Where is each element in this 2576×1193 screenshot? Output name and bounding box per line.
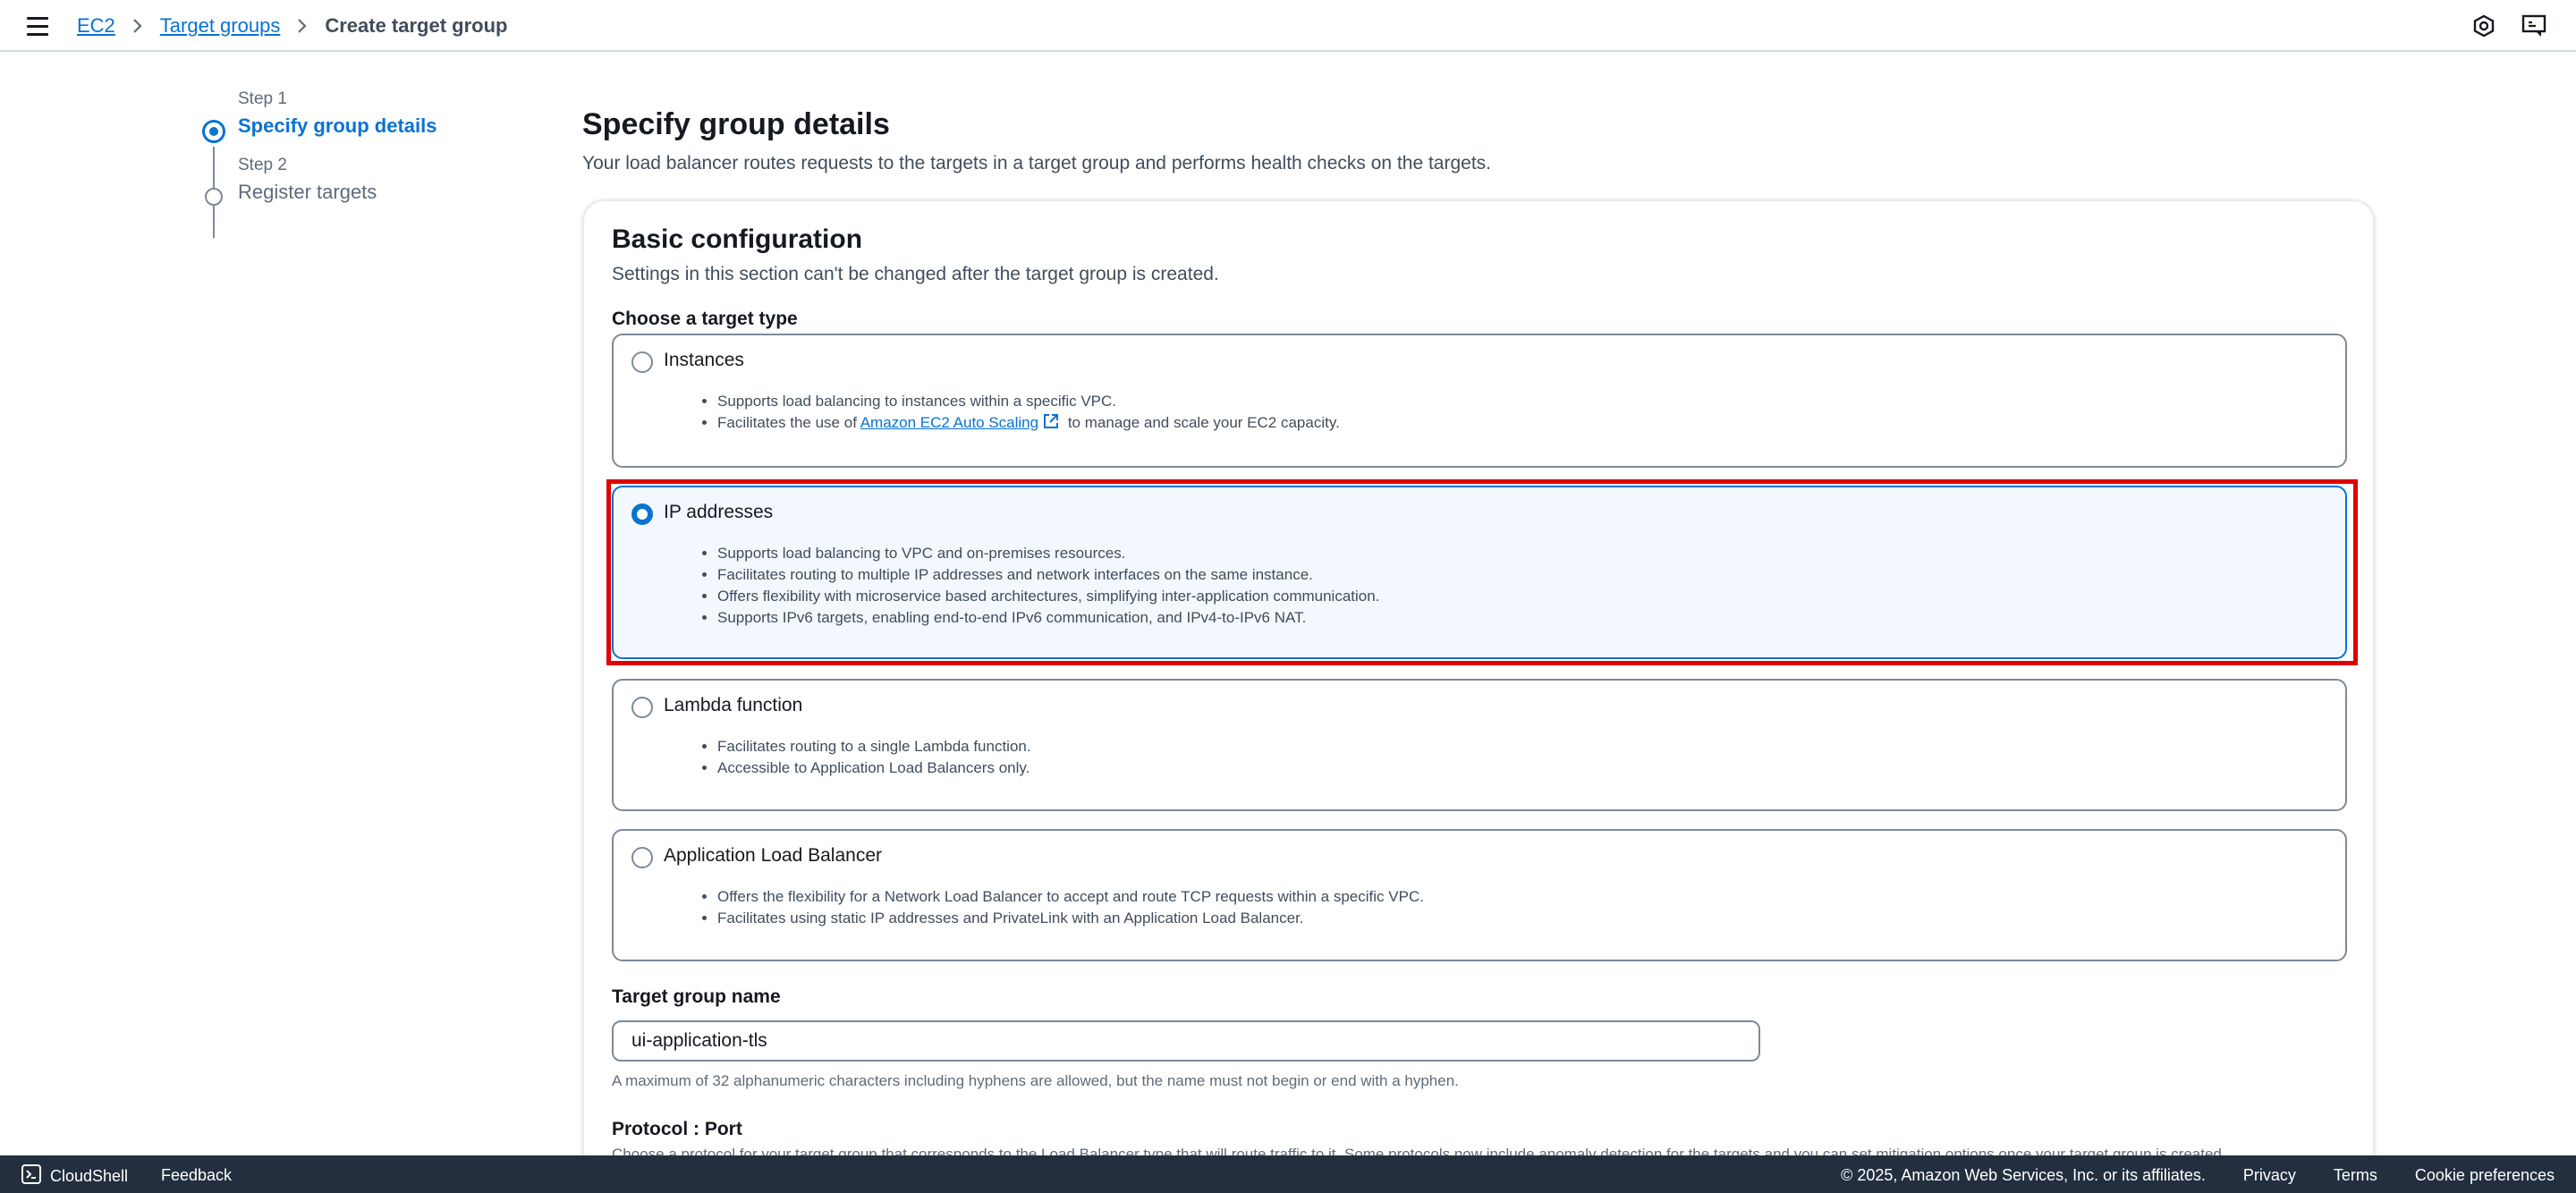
copyright-text: © 2025, Amazon Web Services, Inc. or its… <box>1841 1166 2206 1184</box>
target-type-instances[interactable]: Instances Supports load balancing to ins… <box>612 334 2347 468</box>
tile-title: Lambda function <box>664 695 803 715</box>
breadcrumb-current: Create target group <box>325 14 508 37</box>
wizard-steps: Step 1 Specify group details Step 2 Regi… <box>188 89 528 238</box>
step-active-icon <box>202 120 225 143</box>
step-1[interactable]: Step 1 Specify group details <box>188 89 528 143</box>
radio-instances[interactable] <box>631 351 653 373</box>
bullet-text: Facilitates the use of <box>717 414 860 431</box>
bullet-text: to manage and scale your EC2 capacity. <box>1063 414 1340 431</box>
cloudshell-button[interactable]: CloudShell <box>21 1164 128 1189</box>
tile-title: Application Load Balancer <box>664 845 883 866</box>
tile-bullets: Offers the flexibility for a Network Loa… <box>717 886 1424 929</box>
bullet: Supports load balancing to instances wit… <box>717 391 1340 412</box>
target-type-label: Choose a target type <box>612 309 798 329</box>
bullet: Facilitates the use of Amazon EC2 Auto S… <box>717 412 1340 436</box>
support-icon[interactable] <box>2521 13 2547 39</box>
bullet: Supports IPv6 targets, enabling end-to-e… <box>717 607 1379 629</box>
target-group-name-hint: A maximum of 32 alphanumeric characters … <box>612 1072 1459 1089</box>
bullet: Offers the flexibility for a Network Loa… <box>717 886 1424 908</box>
cloudshell-label: CloudShell <box>50 1167 129 1185</box>
breadcrumb-target-groups[interactable]: Target groups <box>160 14 281 38</box>
tile-title: Instances <box>664 350 744 370</box>
ec2-auto-scaling-link[interactable]: Amazon EC2 Auto Scaling <box>860 414 1038 431</box>
bullet: Facilitates using static IP addresses an… <box>717 908 1424 929</box>
breadcrumb: EC2 Target groups Create target group <box>77 13 507 39</box>
external-link-icon[interactable] <box>1042 412 1060 436</box>
chevron-right-icon <box>296 17 309 35</box>
panel-description: Settings in this section can't be change… <box>612 264 1219 284</box>
radio-application-load-balancer[interactable] <box>631 847 653 868</box>
radio-lambda-function[interactable] <box>631 697 653 718</box>
terminal-icon <box>21 1164 41 1189</box>
target-type-ip-addresses[interactable]: IP addresses Supports load balancing to … <box>612 486 2347 659</box>
target-group-name-label: Target group name <box>612 986 781 1007</box>
tile-bullets: Supports load balancing to VPC and on-pr… <box>717 543 1379 629</box>
bullet: Supports load balancing to VPC and on-pr… <box>717 543 1379 564</box>
breadcrumb-ec2[interactable]: EC2 <box>77 14 115 38</box>
step-inactive-icon <box>205 188 223 206</box>
tile-bullets: Facilitates routing to a single Lambda f… <box>717 736 1031 779</box>
step-number: Step 1 <box>238 89 287 108</box>
bullet: Facilitates routing to a single Lambda f… <box>717 736 1031 757</box>
tile-title: IP addresses <box>664 502 774 522</box>
radio-ip-addresses[interactable] <box>631 503 653 525</box>
protocol-port-label: Protocol : Port <box>612 1119 742 1139</box>
panel-title: Basic configuration <box>612 224 863 254</box>
cookie-preferences-link[interactable]: Cookie preferences <box>2415 1166 2555 1185</box>
target-type-application-load-balancer[interactable]: Application Load Balancer Offers the fle… <box>612 829 2347 961</box>
top-navigation: EC2 Target groups Create target group <box>0 0 2576 52</box>
step-number: Step 2 <box>238 156 287 174</box>
feedback-link[interactable]: Feedback <box>161 1166 232 1185</box>
step-2: Step 2 Register targets <box>188 156 528 206</box>
target-group-name-input[interactable] <box>612 1020 1760 1062</box>
terms-link[interactable]: Terms <box>2334 1166 2377 1185</box>
basic-configuration-panel: Basic configuration Settings in this sec… <box>582 199 2375 1193</box>
settings-hex-icon[interactable] <box>2470 13 2497 39</box>
chevron-right-icon <box>131 17 144 35</box>
target-type-lambda-function[interactable]: Lambda function Facilitates routing to a… <box>612 679 2347 811</box>
step-title: Specify group details <box>238 114 437 137</box>
bullet: Facilitates routing to multiple IP addre… <box>717 564 1379 586</box>
footer: CloudShell Feedback © 2025, Amazon Web S… <box>0 1155 2576 1193</box>
bullet: Accessible to Application Load Balancers… <box>717 757 1031 779</box>
menu-icon[interactable] <box>27 13 55 39</box>
page-title: Specify group details <box>582 107 890 141</box>
page-description: Your load balancer routes requests to th… <box>582 153 1492 173</box>
main-content: Specify group details Your load balancer… <box>582 107 2375 174</box>
bullet: Offers flexibility with microservice bas… <box>717 586 1379 607</box>
tile-bullets: Supports load balancing to instances wit… <box>717 391 1340 436</box>
privacy-link[interactable]: Privacy <box>2243 1166 2296 1185</box>
footer-right: © 2025, Amazon Web Services, Inc. or its… <box>1841 1166 2555 1185</box>
step-title: Register targets <box>238 181 377 203</box>
